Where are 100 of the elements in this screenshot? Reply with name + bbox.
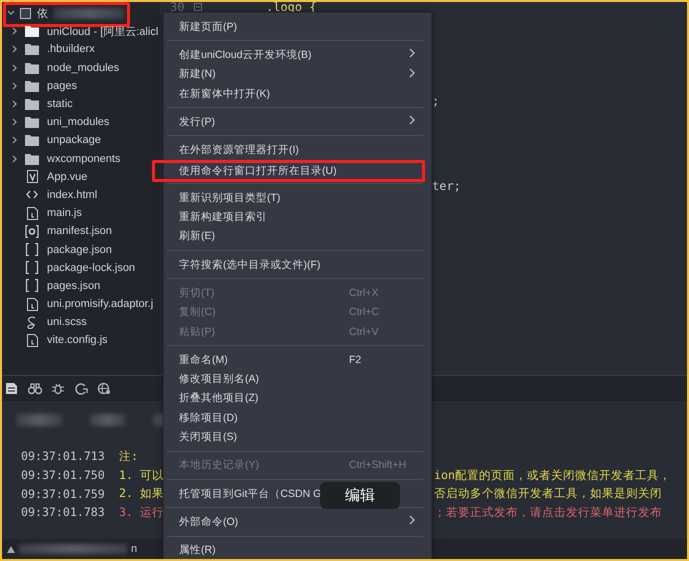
code-line: ter;	[432, 179, 462, 193]
tree-item[interactable]: uni_modules	[47, 116, 110, 128]
menu-item[interactable]: 刷新(E)	[179, 229, 349, 244]
shortcut-text: Ctrl+X	[349, 286, 380, 299]
shortcut-text: F2	[349, 354, 362, 366]
chevron-right-icon	[409, 48, 415, 58]
menu-item[interactable]: 在新窗体中打开(K)	[179, 86, 349, 101]
tree-item[interactable]: node_modules	[47, 62, 120, 74]
menu-item[interactable]: 在外部资源管理器打开(I)	[179, 143, 349, 158]
folder-icon	[25, 98, 39, 110]
brackets-icon	[25, 279, 39, 292]
menu-item[interactable]: 使用命令行窗口打开所在目录(U)	[152, 160, 425, 182]
code-brackets-icon	[26, 190, 38, 200]
chevron-right-icon[interactable]	[12, 136, 18, 144]
menu-item[interactable]: 修改项目别名(A)	[179, 372, 349, 386]
globe-icon[interactable]	[97, 382, 111, 394]
tree-item[interactable]: uni.scss	[47, 316, 87, 328]
log-message: 否启动多个微信开发者工具，如果是则关闭	[434, 486, 662, 502]
menu-item[interactable]: 字符搜索(选中目录或文件)(F)	[179, 258, 349, 272]
menu-item[interactable]: 移除项目(D)	[179, 410, 349, 425]
tree-item[interactable]: wxcomponents	[47, 152, 120, 165]
brackets-icon	[25, 261, 39, 274]
chevron-right-icon[interactable]	[12, 82, 18, 90]
tree-item[interactable]: App.vue	[47, 170, 88, 183]
menu-item[interactable]: 重新构建项目索引	[179, 210, 349, 224]
tree-item[interactable]: uni.promisify.adaptor.j	[47, 298, 154, 310]
triangle-icon[interactable]	[7, 546, 15, 552]
folder-icon	[25, 62, 39, 74]
tree-item[interactable]: uniCloud - [阿里云:alicl	[47, 24, 158, 39]
chevron-right-icon	[409, 115, 415, 126]
chevron-right-icon[interactable]	[12, 64, 18, 72]
chevron-down-icon[interactable]	[7, 10, 15, 16]
log-message: 2. 如果	[119, 486, 164, 502]
brackets-icon	[25, 243, 39, 256]
chevron-right-icon[interactable]	[12, 154, 18, 163]
settings-file-icon	[25, 224, 39, 238]
tree-item[interactable]: package.json	[47, 244, 112, 256]
folder-icon	[25, 80, 39, 92]
log-time: 09:37:01.783	[21, 505, 106, 520]
file-icon	[26, 206, 38, 220]
refresh-icon[interactable]	[74, 382, 88, 394]
tree-item[interactable]: 依	[37, 6, 48, 21]
swirl-icon	[26, 316, 38, 329]
log-message: 1. 可以	[119, 468, 164, 483]
menu-item[interactable]: 重新识别项目类型(T)	[179, 190, 349, 205]
menu-item[interactable]: 折叠其他项目(Z)	[179, 391, 349, 406]
tree-item[interactable]: manifest.json	[47, 225, 112, 238]
chevron-right-icon[interactable]	[12, 45, 18, 54]
log-message: ；若要正式发布，请点击发行菜单进行发布	[434, 504, 662, 520]
blurred-text	[90, 414, 125, 426]
chevron-right-icon[interactable]	[12, 100, 18, 108]
status-text: n	[131, 543, 138, 555]
tree-item[interactable]: pages	[47, 80, 77, 92]
shortcut-text: Ctrl+C	[349, 306, 380, 318]
folder-icon	[25, 25, 39, 38]
bug-icon[interactable]	[51, 382, 65, 394]
log-message: 注:	[119, 448, 138, 464]
folder-icon	[25, 134, 39, 146]
file-icon	[26, 298, 38, 311]
tree-item[interactable]: pages.json	[47, 280, 100, 292]
tooltip: 编辑	[320, 482, 400, 509]
blurred-text	[54, 8, 124, 19]
chevron-right-icon[interactable]	[12, 118, 18, 126]
shortcut-text: Ctrl+V	[349, 326, 380, 338]
chevron-right-icon[interactable]	[12, 27, 18, 36]
log-message: 3. 运行	[119, 504, 164, 520]
menu-item[interactable]: 属性(R)	[179, 543, 349, 558]
file-icon	[26, 334, 38, 347]
menu-item[interactable]: 关闭项目(S)	[179, 430, 349, 444]
project-icon	[20, 8, 31, 19]
log-time: 09:37:01.750	[21, 468, 106, 482]
menu-item[interactable]: 新建页面(P)	[179, 20, 349, 34]
menu-item[interactable]: 新建(N)	[179, 67, 349, 82]
binoculars-icon[interactable]	[28, 382, 42, 394]
log-time: 09:37:01.713	[21, 449, 106, 464]
line-number: 30	[170, 2, 186, 14]
blurred-text	[17, 414, 62, 426]
vue-file-icon	[26, 170, 38, 184]
folder-icon	[25, 43, 39, 56]
log-time: 09:37:01.759	[21, 486, 106, 501]
tree-item[interactable]: static	[47, 98, 73, 110]
code-line: ;	[432, 94, 440, 108]
tree-item[interactable]: package-lock.json	[47, 262, 136, 274]
shortcut-text: Ctrl+Shift+H	[349, 459, 408, 472]
menu-item[interactable]: 外部命令(O)	[179, 514, 349, 529]
log-message: ion配置的页面，或者关闭微信开发者工具，	[434, 468, 671, 483]
chevron-right-icon	[409, 68, 415, 78]
tree-item[interactable]: index.html	[47, 188, 98, 201]
menu-item[interactable]: 重命名(M)	[179, 352, 349, 367]
chevron-right-icon	[409, 515, 415, 526]
folder-icon	[25, 152, 39, 165]
menu-item[interactable]: 创建uniCloud云开发环境(B)	[179, 48, 349, 62]
tree-item[interactable]: vite.config.js	[47, 334, 108, 346]
fold-icon[interactable]	[194, 3, 202, 11]
tree-item[interactable]: main.js	[47, 207, 82, 220]
tree-item[interactable]: .hbuilderx	[47, 43, 95, 56]
tree-item[interactable]: unpackage	[47, 134, 101, 146]
menu-item[interactable]: 发行(P)	[179, 114, 349, 129]
file-icon[interactable]	[5, 382, 19, 394]
folder-icon	[25, 116, 39, 128]
